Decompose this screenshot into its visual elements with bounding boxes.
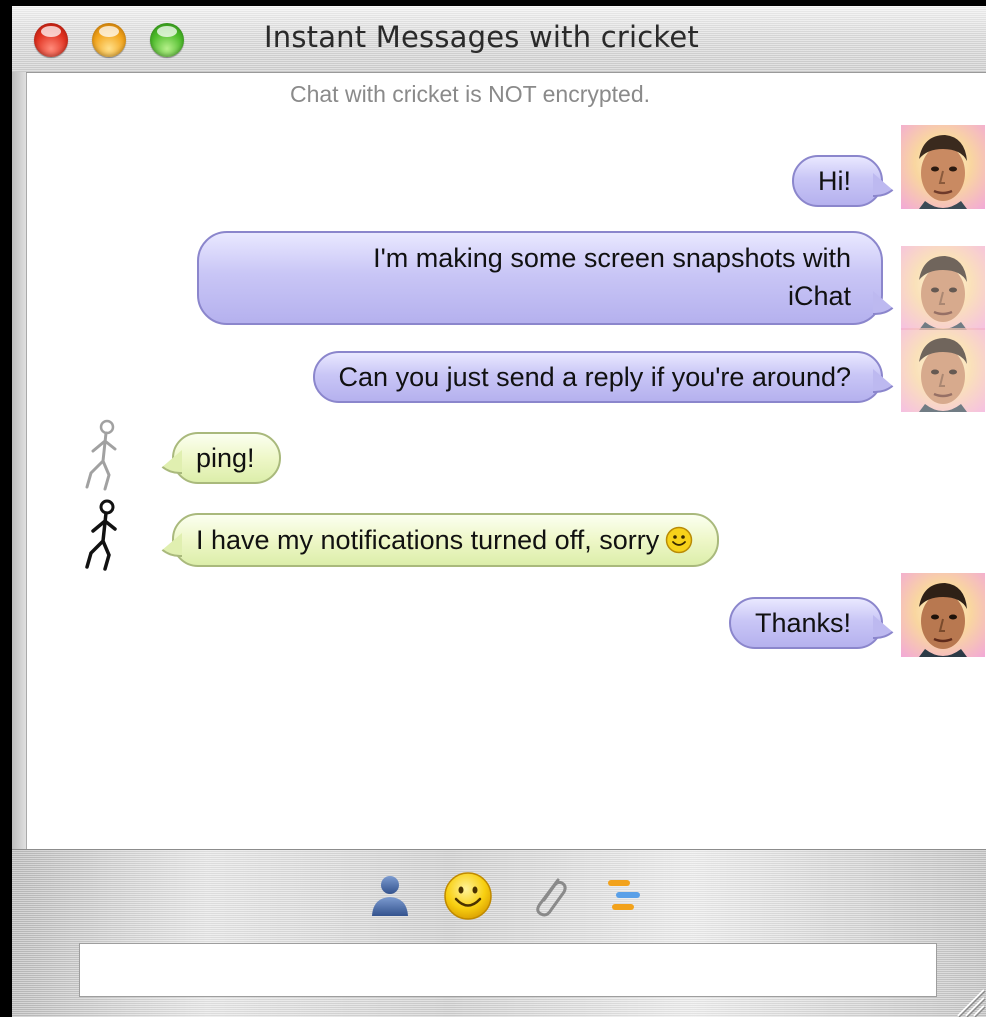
buddy-icon[interactable] bbox=[364, 870, 416, 922]
face-photo-icon bbox=[919, 583, 967, 657]
title-bar[interactable]: Instant Messages with cricket bbox=[12, 6, 986, 73]
resize-grip-icon[interactable] bbox=[952, 984, 986, 1017]
chat-window: Instant Messages with cricket Chat with … bbox=[12, 6, 986, 1017]
face-photo-icon bbox=[919, 256, 967, 330]
message-text-line: iChat bbox=[787, 281, 851, 311]
face-photo-icon bbox=[919, 338, 967, 412]
buddy-avatar[interactable] bbox=[79, 417, 129, 497]
my-avatar[interactable] bbox=[901, 328, 985, 412]
stick-figure-icon bbox=[85, 419, 117, 491]
zoom-button[interactable] bbox=[150, 23, 184, 57]
window-title: Instant Messages with cricket bbox=[264, 20, 699, 54]
incoming-message-bubble[interactable]: I have my notifications turned off, sorr… bbox=[172, 513, 720, 567]
my-avatar[interactable] bbox=[901, 125, 985, 209]
message-text: Thanks! bbox=[754, 608, 851, 638]
message-text: ping! bbox=[196, 443, 255, 473]
smiley-icon bbox=[665, 526, 693, 554]
window-left-edge bbox=[12, 72, 26, 849]
chat-transcript[interactable]: Chat with cricket is NOT encrypted. Hi! … bbox=[26, 73, 986, 849]
outgoing-message-bubble[interactable]: Can you just send a reply if you're arou… bbox=[312, 351, 883, 403]
message-text-line: I'm making some screen snapshots with bbox=[373, 243, 851, 273]
close-button[interactable] bbox=[34, 23, 68, 57]
encryption-notice: Chat with cricket is NOT encrypted. bbox=[289, 81, 651, 107]
my-avatar[interactable] bbox=[901, 573, 985, 657]
minimize-button[interactable] bbox=[92, 23, 126, 57]
text-format-icon[interactable] bbox=[602, 870, 654, 922]
message-text: I have my notifications turned off, sorr… bbox=[196, 525, 660, 555]
outgoing-message-bubble[interactable]: Thanks! bbox=[728, 597, 883, 649]
message-text: Hi! bbox=[818, 166, 851, 196]
outgoing-message-bubble[interactable]: Hi! bbox=[792, 155, 883, 207]
smiley-icon[interactable] bbox=[442, 870, 494, 922]
outgoing-message-bubble[interactable]: I'm making some screen snapshots with iC… bbox=[197, 231, 883, 325]
buddy-avatar[interactable] bbox=[79, 497, 129, 577]
stick-figure-icon bbox=[85, 499, 117, 571]
face-photo-icon bbox=[919, 135, 967, 209]
my-avatar[interactable] bbox=[901, 246, 985, 330]
paperclip-icon[interactable] bbox=[524, 870, 576, 922]
message-text: Can you just send a reply if you're arou… bbox=[338, 362, 851, 392]
compose-panel bbox=[12, 849, 986, 1017]
incoming-message-bubble[interactable]: ping! bbox=[172, 432, 281, 484]
message-input[interactable] bbox=[79, 943, 937, 997]
